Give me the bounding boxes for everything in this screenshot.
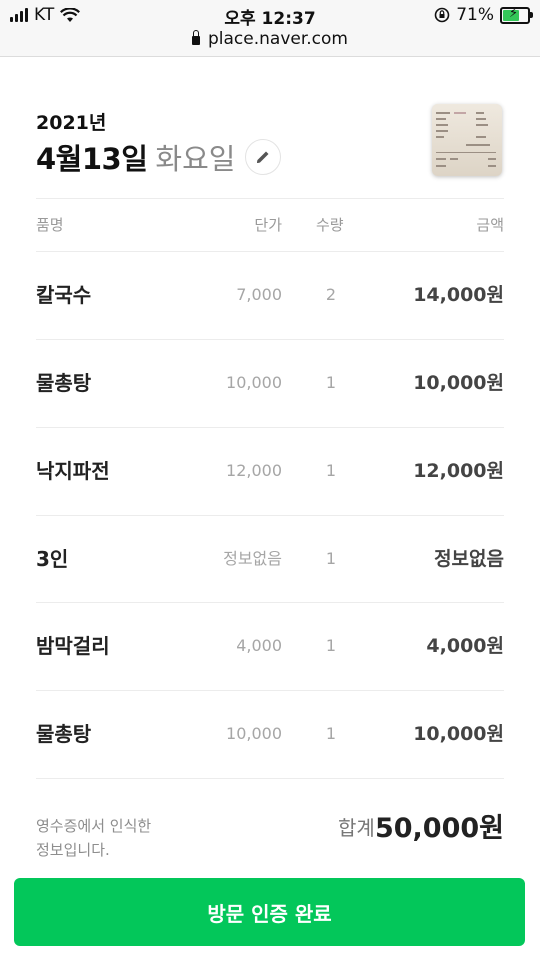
item-name: 물총탕 — [36, 371, 92, 395]
item-qty: 1 — [325, 636, 337, 655]
table-row: 밤막걸리 4,000 1 4,000원 — [0, 602, 540, 690]
item-name: 칼국수 — [36, 283, 92, 307]
orientation-lock-icon — [434, 7, 450, 23]
item-price: 4,000 — [236, 636, 282, 655]
item-name: 물총탕 — [36, 722, 92, 746]
total-value: 50,000원 — [374, 813, 504, 844]
note-line: 정보입니다. — [36, 841, 110, 859]
item-amount: 10,000원 — [413, 372, 504, 394]
divider — [36, 198, 504, 199]
item-amount: 정보없음 — [434, 548, 504, 570]
item-qty: 1 — [325, 461, 337, 480]
total-label: 합계 — [338, 816, 375, 840]
receipt-thumbnail[interactable] — [432, 104, 502, 176]
recognition-note: 영수증에서 인식한 정보입니다. — [36, 814, 151, 862]
item-amount: 4,000원 — [426, 635, 504, 657]
item-name: 3인 — [36, 547, 69, 571]
item-name: 밤막걸리 — [36, 634, 110, 658]
receipt-year: 2021년 — [36, 112, 107, 134]
pencil-icon — [257, 151, 269, 163]
visit-confirm-button[interactable]: 방문 인증 완료 — [14, 878, 525, 946]
table-row: 물총탕 10,000 1 10,000원 — [0, 339, 540, 427]
column-header-amount: 금액 — [476, 216, 504, 234]
lock-icon — [192, 30, 200, 45]
status-right: 71% ⚡ — [434, 5, 533, 25]
battery-charging-icon: ⚡ — [500, 6, 533, 24]
item-price: 7,000 — [236, 285, 282, 304]
column-header-name: 품명 — [36, 216, 64, 234]
item-price: 정보없음 — [223, 549, 282, 568]
item-amount: 12,000원 — [413, 460, 504, 482]
receipt-date-row: 4월13일 화요일 — [36, 136, 282, 178]
item-qty: 1 — [325, 373, 337, 392]
note-line: 영수증에서 인식한 — [36, 817, 152, 835]
table-row: 3인 정보없음 1 정보없음 — [0, 515, 540, 603]
column-header-price: 단가 — [254, 216, 282, 234]
battery-percent: 71% — [456, 5, 494, 25]
table-row: 칼국수 7,000 2 14,000원 — [0, 251, 540, 339]
url-text: place.naver.com — [208, 29, 348, 49]
item-qty: 2 — [325, 285, 337, 304]
item-name: 낙지파전 — [36, 459, 110, 483]
edit-date-button[interactable] — [245, 139, 282, 175]
item-qty: 1 — [325, 549, 337, 568]
item-price: 10,000 — [226, 373, 282, 392]
divider — [36, 778, 504, 779]
item-amount: 10,000원 — [413, 723, 504, 745]
item-qty: 1 — [325, 724, 337, 743]
item-price: 12,000 — [226, 461, 282, 480]
column-header-qty: 수량 — [316, 216, 344, 234]
address-bar[interactable]: place.naver.com — [0, 29, 540, 49]
status-bar: KT 오후 12:37 71% ⚡ place.naver.com — [0, 0, 540, 57]
table-row: 낙지파전 12,000 1 12,000원 — [0, 427, 540, 515]
receipt-date: 4월13일 — [36, 142, 148, 176]
table-row: 물총탕 10,000 1 10,000원 — [0, 690, 540, 778]
item-price: 10,000 — [226, 724, 282, 743]
item-amount: 14,000원 — [413, 284, 504, 306]
receipt-weekday: 화요일 — [155, 142, 236, 176]
